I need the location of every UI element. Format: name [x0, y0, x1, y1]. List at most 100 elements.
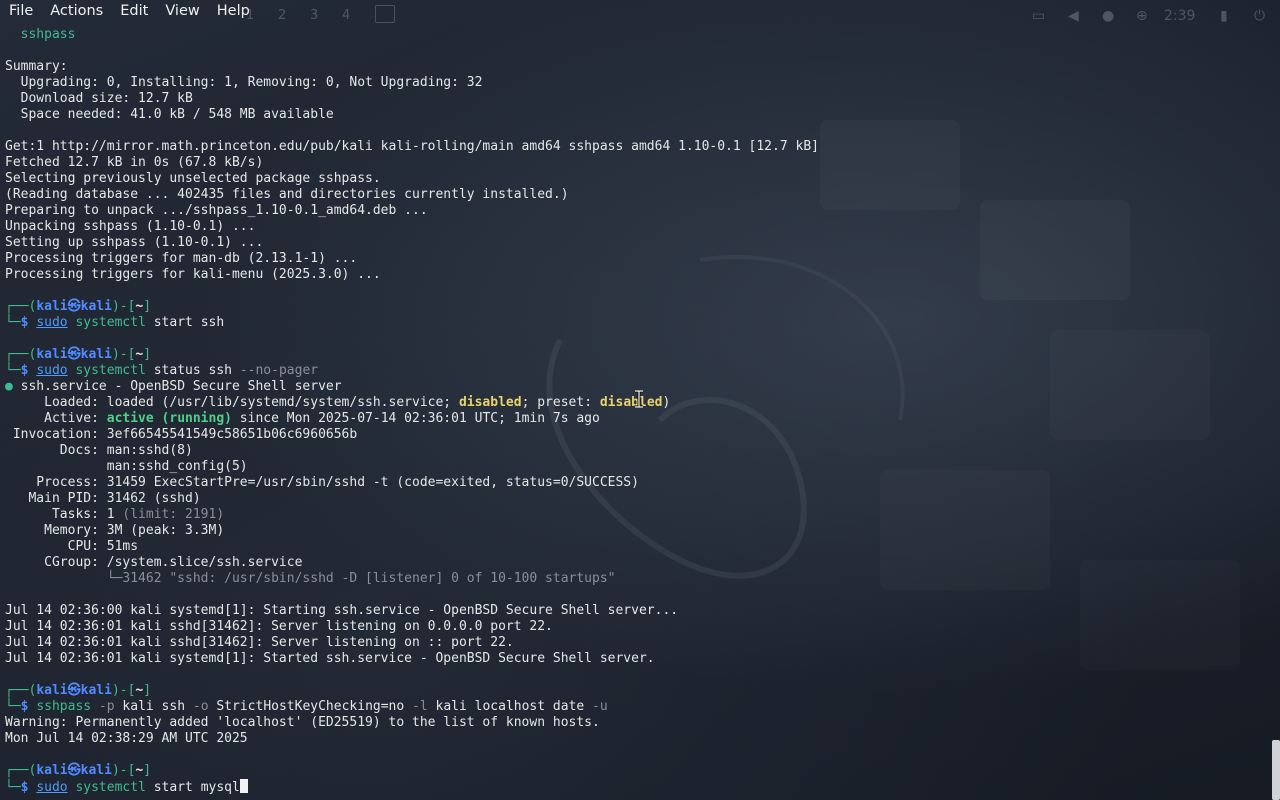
terminal-text-segment: $ — [20, 780, 37, 795]
terminal-line: Jul 14 02:36:00 kali systemd[1]: Startin… — [5, 603, 1266, 619]
terminal-text-segment: Download size: 12.7 kB — [5, 91, 193, 106]
terminal-line: ┌──(kali㉿kali)-[~] — [5, 683, 1266, 699]
terminal-text-segment: Memory: 3M (peak: 3.3M) — [5, 523, 225, 538]
terminal-text-segment: active (running) — [106, 411, 232, 426]
terminal-line: Unpacking sshpass (1.10-0.1) ... — [5, 219, 1266, 235]
terminal-text-segment: ┌──( — [5, 299, 37, 314]
terminal-line: man:sshd_config(5) — [5, 459, 1266, 475]
terminal-line: Jul 14 02:36:01 kali sshd[31462]: Server… — [5, 619, 1266, 635]
terminal-text-segment: man:sshd_config(5) — [5, 459, 248, 474]
terminal-text-segment: Selecting previously unselected package … — [5, 171, 381, 186]
terminal-text-segment: Jul 14 02:36:00 kali systemd[1]: Startin… — [5, 603, 679, 618]
terminal-text-segment: Tasks: 1 — [5, 507, 123, 522]
terminal-text-segment: start mysql — [145, 780, 240, 795]
terminal-menubar: File Actions Edit View Help — [0, 0, 1280, 22]
terminal-text-segment: $ — [20, 315, 37, 330]
terminal-line: Download size: 12.7 kB — [5, 91, 1266, 107]
terminal-text-segment: $ — [20, 699, 37, 714]
terminal-line: Setting up sshpass (1.10-0.1) ... — [5, 235, 1266, 251]
terminal-line: CPU: 51ms — [5, 539, 1266, 555]
terminal-text-segment: systemctl — [67, 363, 146, 378]
terminal-line: └─$ sudo systemctl start mysql — [5, 779, 1266, 795]
terminal-text-segment: ] — [143, 683, 152, 698]
terminal-text-segment: └─ — [5, 363, 21, 378]
terminal-scrollbar[interactable] — [1272, 740, 1280, 800]
terminal-text-segment: systemctl — [67, 780, 146, 795]
menu-file[interactable]: File — [0, 0, 41, 22]
terminal-text-segment: -l — [404, 699, 428, 714]
terminal-line: Selecting previously unselected package … — [5, 171, 1266, 187]
terminal-line: CGroup: /system.slice/ssh.service — [5, 555, 1266, 571]
terminal-text-segment: Processing triggers for kali-menu (2025.… — [5, 267, 381, 282]
terminal-line: ┌──(kali㉿kali)-[~] — [5, 763, 1266, 779]
menu-edit[interactable]: Edit — [111, 0, 156, 22]
terminal-text-segment: Get:1 http://mirror.math.princeton.edu/p… — [5, 139, 819, 154]
terminal-text-segment: CPU: 51ms — [5, 539, 139, 554]
terminal-line: Invocation: 3ef66545541549c58651b06c6960… — [5, 427, 1266, 443]
terminal-text-segment: --no-pager — [239, 363, 319, 378]
terminal-text-segment: └─ — [5, 780, 21, 795]
terminal-text-segment: ] — [143, 763, 152, 778]
terminal-text-segment: ; preset: — [521, 395, 600, 410]
terminal-line: Space needed: 41.0 kB / 548 MB available — [5, 107, 1266, 123]
terminal-text-segment: kali㉿kali — [36, 683, 112, 698]
terminal-text-segment: )-[ — [111, 683, 136, 698]
terminal-text-segment: ] — [143, 347, 152, 362]
terminal-text-segment: )-[ — [111, 299, 136, 314]
terminal-line: Preparing to unpack .../sshpass_1.10-0.1… — [5, 203, 1266, 219]
terminal-text-segment: Loaded: loaded (/usr/lib/systemd/system/… — [5, 395, 459, 410]
terminal-text-segment: sshpass — [5, 27, 76, 42]
terminal-text-segment: sudo — [36, 363, 68, 378]
menu-view[interactable]: View — [156, 0, 207, 22]
terminal-text-segment: sudo — [36, 780, 68, 795]
terminal-line: Tasks: 1 (limit: 2191) — [5, 507, 1266, 523]
terminal-line: Jul 14 02:36:01 kali systemd[1]: Started… — [5, 651, 1266, 667]
terminal-text-segment: disabled — [599, 395, 663, 410]
terminal-text-segment: ] — [143, 299, 152, 314]
terminal-line: ┌──(kali㉿kali)-[~] — [5, 299, 1266, 315]
terminal-text-segment: kali localhost date — [427, 699, 585, 714]
text-cursor-ibeam-icon — [635, 390, 643, 408]
terminal-text-segment: -p — [91, 699, 115, 714]
terminal-text-segment: kali ssh — [114, 699, 186, 714]
terminal-text-segment: Jul 14 02:36:01 kali systemd[1]: Started… — [5, 651, 655, 666]
terminal-line: Memory: 3M (peak: 3.3M) — [5, 523, 1266, 539]
terminal-text-segment: Space needed: 41.0 kB / 548 MB available — [5, 107, 334, 122]
terminal-line: └─$ sshpass -p kali ssh -o StrictHostKey… — [5, 699, 1266, 715]
terminal-line: Docs: man:sshd(8) — [5, 443, 1266, 459]
terminal-text-segment: Processing triggers for man-db (2.13.1-1… — [5, 251, 358, 266]
terminal-line: (Reading database ... 402435 files and d… — [5, 187, 1266, 203]
terminal-text-segment: ssh.service - OpenBSD Secure Shell serve… — [20, 379, 342, 394]
terminal-text-segment: since Mon 2025-07-14 02:36:01 UTC; 1min … — [231, 411, 600, 426]
terminal-text-segment: Fetched 12.7 kB in 0s (67.8 kB/s) — [5, 155, 264, 170]
terminal-text-segment: CGroup: /system.slice/ssh.service — [5, 555, 303, 570]
terminal-text-segment: status ssh — [145, 363, 240, 378]
terminal-text-segment: )-[ — [111, 347, 136, 362]
terminal-line: Summary: — [5, 59, 1266, 75]
terminal-text-segment: Warning: Permanently added 'localhost' (… — [5, 715, 600, 730]
terminal-text-segment: Setting up sshpass (1.10-0.1) ... — [5, 235, 264, 250]
terminal-line: ┌──(kali㉿kali)-[~] — [5, 347, 1266, 363]
menu-actions[interactable]: Actions — [41, 0, 111, 22]
terminal-line: Get:1 http://mirror.math.princeton.edu/p… — [5, 139, 1266, 155]
terminal-text-segment: Invocation: 3ef66545541549c58651b06c6960… — [5, 427, 358, 442]
terminal-text-segment: StrictHostKeyChecking=no — [208, 699, 405, 714]
menu-help[interactable]: Help — [208, 0, 258, 22]
terminal-text-segment: -u — [584, 699, 608, 714]
terminal-line: └─$ sudo systemctl start ssh — [5, 315, 1266, 331]
terminal-text-segment: sshpass — [36, 699, 92, 714]
terminal-text-segment: (Reading database ... 402435 files and d… — [5, 187, 569, 202]
terminal-text-segment: Upgrading: 0, Installing: 1, Removing: 0… — [5, 75, 483, 90]
terminal-text-segment: start ssh — [145, 315, 225, 330]
terminal-text-segment: ┌──( — [5, 347, 37, 362]
terminal-output[interactable]: sshpass Summary: Upgrading: 0, Installing… — [5, 27, 1266, 795]
terminal-text-segment: Mon Jul 14 02:38:29 AM UTC 2025 — [5, 731, 248, 746]
terminal-line: Mon Jul 14 02:38:29 AM UTC 2025 — [5, 731, 1266, 747]
terminal-text-segment: ┌──( — [5, 763, 37, 778]
terminal-line: Processing triggers for kali-menu (2025.… — [5, 267, 1266, 283]
terminal-text-segment: kali㉿kali — [36, 347, 112, 362]
terminal-text-segment: kali㉿kali — [36, 299, 112, 314]
